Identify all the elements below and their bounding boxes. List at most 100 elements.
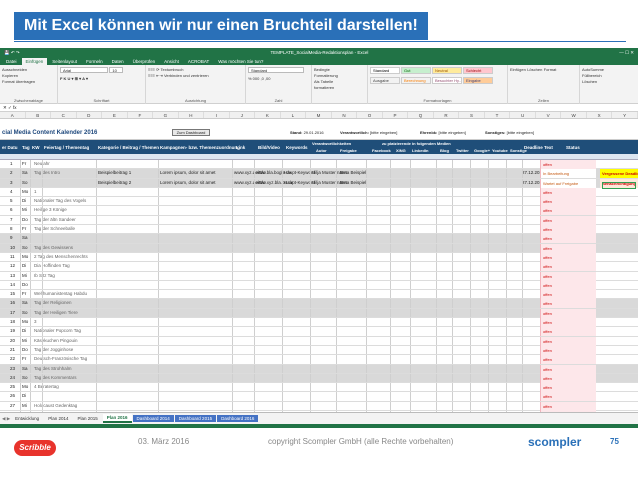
cell-style-4[interactable]: Ausgabe [370, 77, 400, 84]
table-row[interactable]: 24 So Tag des Kommentars offen [0, 373, 638, 384]
cell-style-5[interactable]: Berechnung [401, 77, 431, 84]
table-row[interactable]: 19 Di Nationaler Popcorn Tag offen [0, 327, 638, 337]
sheet-tab[interactable]: Plan 2016 [102, 414, 132, 423]
column-header[interactable]: E [102, 112, 128, 118]
table-row[interactable]: 27 Mi Holocaust Gedenktag offen [0, 401, 638, 412]
status-cell[interactable]: offen [540, 290, 596, 300]
tab-datei[interactable]: Datei [2, 58, 21, 65]
table-row[interactable]: 20 Mi Käsekuchen Pingouin offen [0, 336, 638, 346]
column-header[interactable]: N [332, 112, 358, 118]
status-cell[interactable]: offen [540, 364, 596, 374]
column-header[interactable]: V [536, 112, 562, 118]
table-row[interactable]: 16 Sa Tag der Religionen offen [0, 299, 638, 309]
column-header[interactable]: O [357, 112, 383, 118]
status-cell[interactable]: Wartet auf Freigabe [540, 178, 596, 188]
table-row[interactable]: 6 Mi Heilige 3 Könige offen [0, 206, 638, 216]
table-row[interactable]: 7 Do Tag der ältn Sandeer offen [0, 215, 638, 226]
table-row[interactable]: 22 Fr Deutsch-Französische Tag offen [0, 355, 638, 365]
status-cell[interactable]: offen [540, 215, 596, 225]
format-cells-button[interactable]: Format [544, 67, 557, 72]
tab-daten[interactable]: Daten [108, 58, 128, 65]
status-cell[interactable]: offen [540, 225, 596, 235]
font-size-select[interactable]: 10 [109, 67, 124, 73]
tab-was-möchten-sie-tun-[interactable]: Was möchten Sie tun? [214, 58, 267, 65]
status-cell[interactable]: offen [540, 392, 596, 402]
table-row[interactable]: 15 Fr Welthumanistentag Habdu offen [0, 290, 638, 300]
status-cell[interactable]: offen [540, 373, 596, 383]
column-header[interactable]: G [153, 112, 179, 118]
conditional-formatting-button[interactable]: Bedingte Formatierung [314, 67, 340, 79]
status-cell[interactable]: offen [540, 271, 596, 281]
status-cell[interactable]: offen [540, 401, 596, 411]
table-row[interactable]: 23 Sa Tag des Strohhalm offen [0, 364, 638, 374]
sheet-nav-arrows[interactable]: ◀ ▶ [2, 416, 10, 422]
status-cell[interactable]: offen [540, 318, 596, 328]
delete-cells-button[interactable]: Löschen [527, 67, 542, 72]
format-painter-button[interactable]: Format übertragen [2, 79, 55, 85]
sheet-tab[interactable]: Entwicklung [11, 415, 43, 422]
sheet-tab[interactable]: Dashboard 2014 [132, 415, 174, 422]
column-header[interactable]: P [383, 112, 409, 118]
table-row[interactable]: 17 So Tag der Heiligen Tiere offen [0, 308, 638, 319]
sheet-tab[interactable]: Plan 2015 [73, 415, 101, 422]
table-row[interactable]: 13 Mi Ib Sitz Tag offen [0, 271, 638, 281]
cell-style-7[interactable]: Eingabe [463, 77, 493, 84]
table-row[interactable]: 10 So Tag des Gewissens offen [0, 243, 638, 253]
column-header[interactable]: X [587, 112, 613, 118]
column-header[interactable]: B [26, 112, 52, 118]
status-cell[interactable]: offen [540, 197, 596, 207]
insert-cells-button[interactable]: Einfügen [510, 67, 526, 72]
column-header[interactable]: M [306, 112, 332, 118]
status-cell[interactable]: offen [540, 252, 596, 262]
status-cell[interactable]: offen [540, 187, 596, 197]
column-header[interactable]: Y [612, 112, 638, 118]
table-row[interactable]: 8 Fr Tag der Schneeballe offen [0, 225, 638, 235]
column-header[interactable]: H [179, 112, 205, 118]
table-row[interactable]: 14 Do offen [0, 280, 638, 291]
cell-style-2[interactable]: Neutral [432, 67, 462, 74]
column-header[interactable]: W [561, 112, 587, 118]
table-row[interactable]: 5 Di Nationaler Tag des Vogels offen [0, 197, 638, 207]
tab-überprüfen[interactable]: Überprüfen [129, 58, 160, 65]
tab-formeln[interactable]: Formeln [82, 58, 107, 65]
format-as-table-button[interactable]: Als Tabelle formatieren [314, 79, 340, 91]
dashboard-button[interactable]: Zum Dashboard [172, 129, 210, 136]
table-row[interactable]: 11 Mo 2 Tag des Menschenrechts offen [0, 252, 638, 263]
table-row[interactable]: 21 Do Tag der Jogginhose offen [0, 345, 638, 356]
column-header[interactable]: I [204, 112, 230, 118]
tab-ansicht[interactable]: Ansicht [160, 58, 183, 65]
formula-bar[interactable]: ✕ ✓ fx [0, 104, 638, 112]
column-header[interactable]: A [0, 112, 26, 118]
table-row[interactable]: 9 Sa offen [0, 234, 638, 244]
tab-seitenlayout[interactable]: Seitenlayout [48, 58, 81, 65]
column-header[interactable]: J [230, 112, 256, 118]
column-header[interactable]: K [255, 112, 281, 118]
number-format-select[interactable]: Standard [248, 67, 304, 73]
clear-button[interactable]: Löschen [582, 79, 636, 85]
table-row[interactable]: 1FrNeujahroffen [0, 160, 638, 170]
table-row[interactable]: 18 Mo 3 offen [0, 318, 638, 328]
font-name-select[interactable]: Arial [60, 67, 108, 73]
font-format-buttons[interactable]: F K U ▾ ⊞ ▾ A ▾ [60, 76, 143, 82]
column-header[interactable]: U [510, 112, 536, 118]
merge-center-button[interactable]: ≡≡≡ ⇤⇥ Verbinden und zentrieren [148, 73, 243, 79]
number-format-buttons[interactable]: % 000 ,0 ,00 [248, 76, 309, 82]
status-cell[interactable]: offen [540, 234, 596, 244]
status-cell[interactable]: offen [540, 243, 596, 253]
status-cell[interactable]: In Bearbeitung [540, 169, 596, 179]
table-row[interactable]: 4 Mo 1 offen [0, 187, 638, 198]
table-row[interactable]: 3 So Beispielbeitrag 2 Lorem ipsum, dolor s… [0, 178, 638, 188]
status-cell[interactable]: offen [540, 345, 596, 355]
status-cell[interactable]: offen [540, 355, 596, 365]
status-cell[interactable]: offen [540, 308, 596, 318]
cell-style-3[interactable]: Schlecht [463, 67, 493, 74]
status-cell[interactable]: offen [540, 327, 596, 337]
table-row[interactable]: 26 Di offen [0, 392, 638, 402]
tab-acrobat[interactable]: ACROBAT [184, 58, 213, 65]
column-header[interactable]: S [459, 112, 485, 118]
table-row[interactable]: 12 Di Dia Hoffinden Tag offen [0, 262, 638, 272]
sheet-tab[interactable]: Dashboard 2016 [217, 415, 259, 422]
status-cell[interactable]: offen [540, 280, 596, 290]
column-header[interactable]: C [51, 112, 77, 118]
worksheet[interactable]: cial Media Content Kalender 2016 Zum Das… [0, 126, 638, 412]
